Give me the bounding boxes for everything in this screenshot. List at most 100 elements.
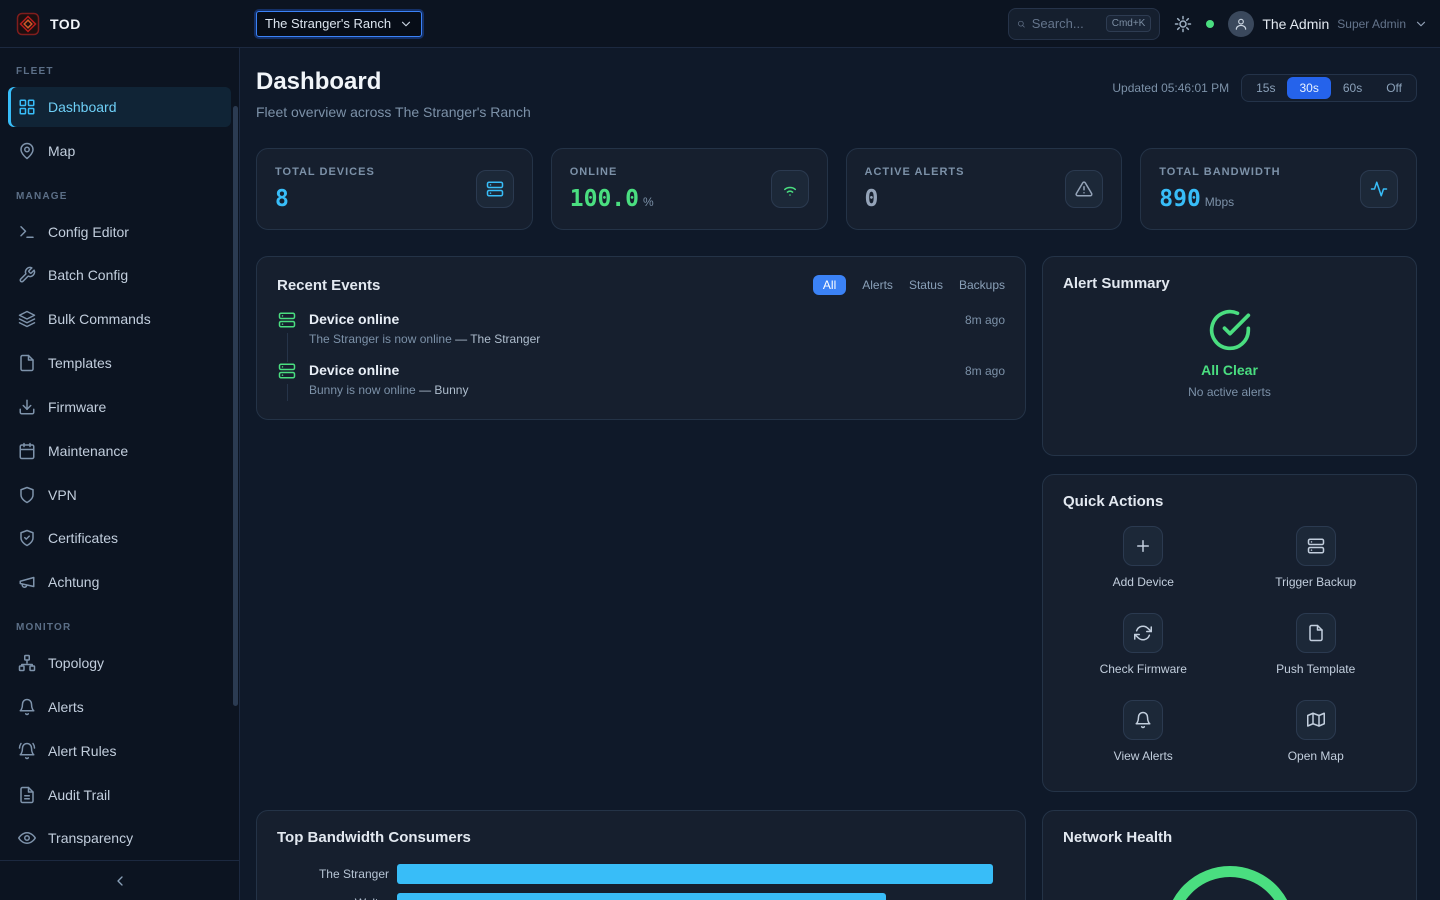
timeline-connector xyxy=(287,384,288,401)
quick-action-view-alerts[interactable]: View Alerts xyxy=(1114,700,1173,763)
sidebar-item-dashboard[interactable]: Dashboard xyxy=(8,87,231,127)
sidebar-item-label: VPN xyxy=(48,487,77,503)
updated-timestamp: Updated 05:46:01 PM xyxy=(1112,81,1229,95)
layers-icon xyxy=(18,310,36,328)
map-pin-icon xyxy=(18,142,36,160)
quick-action-push-template[interactable]: Push Template xyxy=(1276,613,1355,676)
bar-row: The Stranger xyxy=(277,864,1005,884)
sidebar-item-label: Templates xyxy=(48,355,112,371)
sidebar-item-firmware[interactable]: Firmware xyxy=(8,387,231,427)
quick-action-open-map[interactable]: Open Map xyxy=(1288,700,1344,763)
sidebar-item-transparency[interactable]: Transparency xyxy=(8,818,231,858)
sidebar-item-label: Maintenance xyxy=(48,443,128,459)
sidebar-section-monitor: MONITOR xyxy=(16,622,223,633)
badge-check-icon xyxy=(18,529,36,547)
topbar: TOD The Stranger's Ranch Cmd+K xyxy=(0,0,1440,48)
chevron-down-icon xyxy=(1414,17,1428,31)
refresh-option-15s[interactable]: 15s xyxy=(1244,77,1287,99)
sidebar-item-label: Audit Trail xyxy=(48,787,110,803)
sidebar-item-topology[interactable]: Topology xyxy=(8,643,231,683)
search-icon xyxy=(1017,17,1025,31)
search-field[interactable] xyxy=(1032,16,1100,31)
stat-value: 890 xyxy=(1159,186,1201,212)
sidebar-item-vpn[interactable]: VPN xyxy=(8,475,231,515)
stat-value: 100.0 xyxy=(570,186,639,212)
sidebar-section-manage: MANAGE xyxy=(16,191,223,202)
brand-logo-icon xyxy=(16,12,40,36)
alert-triangle-icon xyxy=(1075,180,1093,198)
wrench-icon xyxy=(18,266,36,284)
sidebar-item-templates[interactable]: Templates xyxy=(8,343,231,383)
server-icon xyxy=(486,180,504,198)
event-device: — Bunny xyxy=(419,383,468,397)
search-shortcut-badge: Cmd+K xyxy=(1106,15,1152,32)
quick-action-add-device[interactable]: Add Device xyxy=(1113,526,1174,589)
server-icon xyxy=(278,311,296,329)
sidebar-collapse-button[interactable] xyxy=(0,860,239,900)
quick-action-trigger-backup[interactable]: Trigger Backup xyxy=(1275,526,1356,589)
left-column: Recent Events All Alerts Status Backups xyxy=(256,256,1026,900)
event-description: Bunny is now online xyxy=(309,383,416,397)
user-icon xyxy=(1234,17,1248,31)
filter-alerts[interactable]: Alerts xyxy=(862,278,893,292)
sidebar-section-fleet: FLEET xyxy=(16,66,223,77)
bell-icon xyxy=(1134,711,1152,729)
sidebar-item-certificates[interactable]: Certificates xyxy=(8,518,231,558)
event-description: The Stranger is now online xyxy=(309,332,452,346)
event-filters: All Alerts Status Backups xyxy=(813,275,1005,295)
avatar xyxy=(1228,11,1254,37)
sidebar-item-config-editor[interactable]: Config Editor xyxy=(8,212,231,252)
bar xyxy=(397,893,886,900)
event-title: Device online xyxy=(309,362,399,378)
bell-ring-icon xyxy=(18,742,36,760)
sidebar-item-label: Transparency xyxy=(48,830,133,846)
calendar-icon xyxy=(18,442,36,460)
search-input[interactable]: Cmd+K xyxy=(1008,8,1160,40)
stat-value: 0 xyxy=(865,186,879,212)
event-device: — The Stranger xyxy=(455,332,540,346)
filter-all[interactable]: All xyxy=(813,275,846,295)
alert-detail: No active alerts xyxy=(1188,385,1271,399)
quick-action-label: Add Device xyxy=(1113,575,1174,589)
user-role: Super Admin xyxy=(1337,17,1406,31)
fleet-selector[interactable]: The Stranger's Ranch xyxy=(256,11,422,37)
stats-row: TOTAL DEVICES 8 ONLINE 100.0% xyxy=(256,148,1417,230)
sidebar-item-alerts[interactable]: Alerts xyxy=(8,687,231,727)
shield-icon xyxy=(18,486,36,504)
sidebar-item-label: Map xyxy=(48,143,75,159)
sidebar-scrollbar[interactable] xyxy=(233,106,238,706)
sidebar-item-label: Alert Rules xyxy=(48,743,116,759)
filter-backups[interactable]: Backups xyxy=(959,278,1005,292)
sidebar-item-batch-config[interactable]: Batch Config xyxy=(8,255,231,295)
quick-action-label: Trigger Backup xyxy=(1275,575,1356,589)
megaphone-icon xyxy=(18,573,36,591)
bar-label: Walter xyxy=(277,896,389,900)
quick-action-label: View Alerts xyxy=(1114,749,1173,763)
plus-icon xyxy=(1134,537,1152,555)
sidebar-item-alert-rules[interactable]: Alert Rules xyxy=(8,731,231,771)
stat-label: ONLINE xyxy=(570,166,654,178)
refresh-option-60s[interactable]: 60s xyxy=(1331,77,1374,99)
quick-action-check-firmware[interactable]: Check Firmware xyxy=(1100,613,1187,676)
quick-action-label: Check Firmware xyxy=(1100,662,1187,676)
refresh-option-30s[interactable]: 30s xyxy=(1287,77,1330,99)
sidebar-item-label: Bulk Commands xyxy=(48,311,151,327)
sidebar-item-bulk-commands[interactable]: Bulk Commands xyxy=(8,299,231,339)
recent-events-title: Recent Events xyxy=(277,277,380,294)
sidebar-item-maintenance[interactable]: Maintenance xyxy=(8,431,231,471)
refresh-interval-control: 15s 30s 60s Off xyxy=(1241,74,1417,102)
refresh-option-off[interactable]: Off xyxy=(1374,77,1414,99)
user-menu[interactable]: The Admin Super Admin xyxy=(1228,11,1428,37)
sidebar-item-achtung[interactable]: Achtung xyxy=(8,562,231,602)
sidebar-item-map[interactable]: Map xyxy=(8,131,231,171)
stat-card-total-bandwidth: TOTAL BANDWIDTH 890Mbps xyxy=(1140,148,1417,230)
alert-status: All Clear xyxy=(1201,362,1258,378)
theme-toggle-button[interactable] xyxy=(1174,15,1192,33)
sidebar-item-label: Alerts xyxy=(48,699,84,715)
main-content: Dashboard Fleet overview across The Stra… xyxy=(240,48,1440,900)
quick-action-label: Push Template xyxy=(1276,662,1355,676)
brand-name: TOD xyxy=(50,16,81,32)
sidebar-item-audit-trail[interactable]: Audit Trail xyxy=(8,775,231,815)
sidebar-item-label: Achtung xyxy=(48,574,99,590)
filter-status[interactable]: Status xyxy=(909,278,943,292)
